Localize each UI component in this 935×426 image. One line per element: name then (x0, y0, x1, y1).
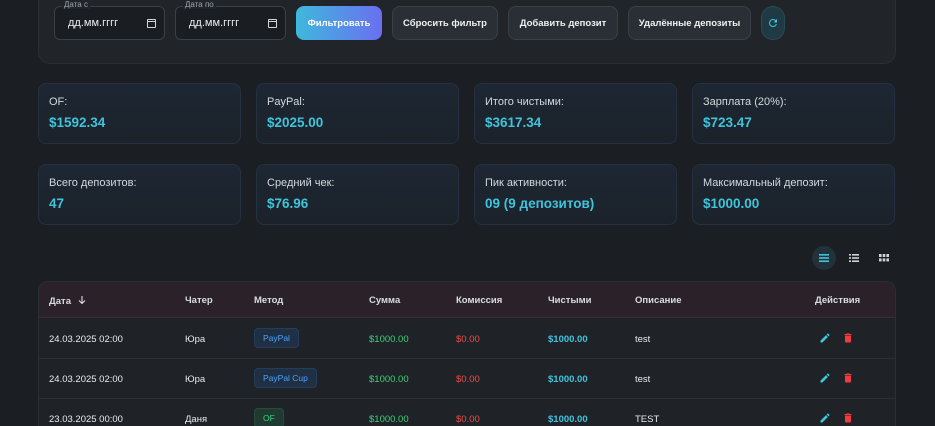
deposits-table: Дата Чатер Метод Сумма Комиссия Чистыми … (38, 281, 896, 426)
stat-value: $723.47 (703, 115, 752, 130)
grid-view-icon (879, 254, 889, 262)
edit-icon[interactable] (819, 332, 831, 344)
cell-description: test (635, 374, 651, 385)
date-to-label: Дата по (183, 0, 216, 9)
stat-label: PayPal: (267, 96, 305, 108)
edit-icon[interactable] (819, 412, 831, 424)
cell-net: $1000.00 (548, 414, 588, 425)
header-fee: Комиссия (456, 295, 503, 306)
date-to-value: дд.мм.гггг (189, 17, 240, 29)
cell-net: $1000.00 (548, 374, 588, 385)
cell-chatter: Юра (185, 334, 206, 345)
cell-chatter: Юра (185, 374, 206, 385)
stat-value: 09 (9 депозитов) (485, 196, 595, 211)
cell-fee: $0.00 (456, 414, 480, 425)
view-list-button[interactable] (842, 246, 866, 270)
header-chatter: Чатер (185, 295, 213, 306)
method-badge: PayPal (254, 328, 299, 348)
stat-label: Средний чек: (267, 177, 335, 189)
cell-date: 23.03.2025 00:00 (49, 414, 123, 425)
stat-label: OF: (49, 96, 68, 108)
stat-value: $2025.00 (267, 115, 324, 130)
stat-label: Зарплата (20%): (703, 96, 787, 108)
filter-panel: дд.мм.гггг Дата с дд.мм.гггг Дата по Фил… (38, 0, 896, 64)
delete-icon[interactable] (842, 412, 854, 424)
stat-card-of: OF: $1592.34 (38, 83, 241, 144)
header-date[interactable]: Дата (49, 295, 87, 307)
stat-label: Максимальный депозит: (703, 177, 828, 189)
list-view-icon (849, 254, 859, 262)
stat-label: Итого чистыми: (485, 96, 564, 108)
cell-amount: $1000.00 (369, 334, 409, 345)
cell-amount: $1000.00 (369, 414, 409, 425)
refresh-icon (767, 17, 779, 29)
filter-button[interactable]: Фильтровать (296, 6, 382, 40)
stat-label: Пик активности: (485, 177, 567, 189)
cell-fee: $0.00 (456, 334, 480, 345)
table-view-icon (819, 254, 829, 262)
header-description: Описание (635, 295, 682, 306)
cell-description: test (635, 334, 651, 345)
stat-card-net-total: Итого чистыми: $3617.34 (474, 83, 677, 144)
cell-chatter: Даня (185, 414, 208, 425)
table-header: Дата Чатер Метод Сумма Комиссия Чистыми … (39, 282, 895, 318)
date-to-group: дд.мм.гггг Дата по (175, 0, 286, 40)
method-badge: OF (254, 408, 284, 426)
date-to-input[interactable]: дд.мм.гггг (175, 6, 286, 40)
stat-card-total-deposits: Всего депозитов: 47 (38, 164, 241, 225)
date-from-label: Дата с (62, 0, 90, 9)
table-row: 24.03.2025 02:00 Юра PayPal $1000.00 $0.… (39, 319, 895, 359)
deleted-deposits-button[interactable]: Удалённые депозиты (628, 6, 751, 40)
stat-value: $1592.34 (49, 115, 106, 130)
stat-value: 47 (49, 196, 65, 211)
header-net: Чистыми (548, 295, 592, 306)
stat-label: Всего депозитов: (49, 177, 137, 189)
header-actions: Действия (815, 295, 861, 306)
add-deposit-button[interactable]: Добавить депозит (508, 6, 618, 40)
cell-date: 24.03.2025 02:00 (49, 334, 123, 345)
reset-filter-button[interactable]: Сбросить фильтр (392, 6, 498, 40)
delete-icon[interactable] (842, 372, 854, 384)
cell-fee: $0.00 (456, 374, 480, 385)
cell-net: $1000.00 (548, 334, 588, 345)
method-badge: PayPal Cup (254, 368, 317, 388)
stat-value: $3617.34 (485, 115, 542, 130)
view-table-button[interactable] (812, 246, 836, 270)
stat-value: $76.96 (267, 196, 309, 211)
date-from-value: дд.мм.гггг (68, 17, 119, 29)
calendar-icon[interactable] (147, 18, 156, 28)
stat-card-max-deposit: Максимальный депозит: $1000.00 (692, 164, 895, 225)
view-grid-button[interactable] (872, 246, 896, 270)
header-method: Метод (254, 295, 284, 306)
cell-date: 24.03.2025 02:00 (49, 374, 123, 385)
stat-value: $1000.00 (703, 196, 760, 211)
sort-down-icon[interactable] (77, 295, 87, 305)
stat-card-average-check: Средний чек: $76.96 (256, 164, 459, 225)
stat-card-peak-activity: Пик активности: 09 (9 депозитов) (474, 164, 677, 225)
date-from-input[interactable]: дд.мм.гггг (54, 6, 165, 40)
edit-icon[interactable] (819, 372, 831, 384)
calendar-icon[interactable] (268, 18, 277, 28)
table-row: 24.03.2025 02:00 Юра PayPal Cup $1000.00… (39, 359, 895, 399)
stat-card-paypal: PayPal: $2025.00 (256, 83, 459, 144)
cell-description: TEST (635, 414, 660, 425)
delete-icon[interactable] (842, 332, 854, 344)
stat-card-salary: Зарплата (20%): $723.47 (692, 83, 895, 144)
table-row: 23.03.2025 00:00 Даня OF $1000.00 $0.00 … (39, 399, 895, 426)
header-amount: Сумма (369, 295, 401, 306)
date-from-group: дд.мм.гггг Дата с (54, 0, 165, 40)
cell-amount: $1000.00 (369, 374, 409, 385)
refresh-button[interactable] (761, 6, 785, 40)
